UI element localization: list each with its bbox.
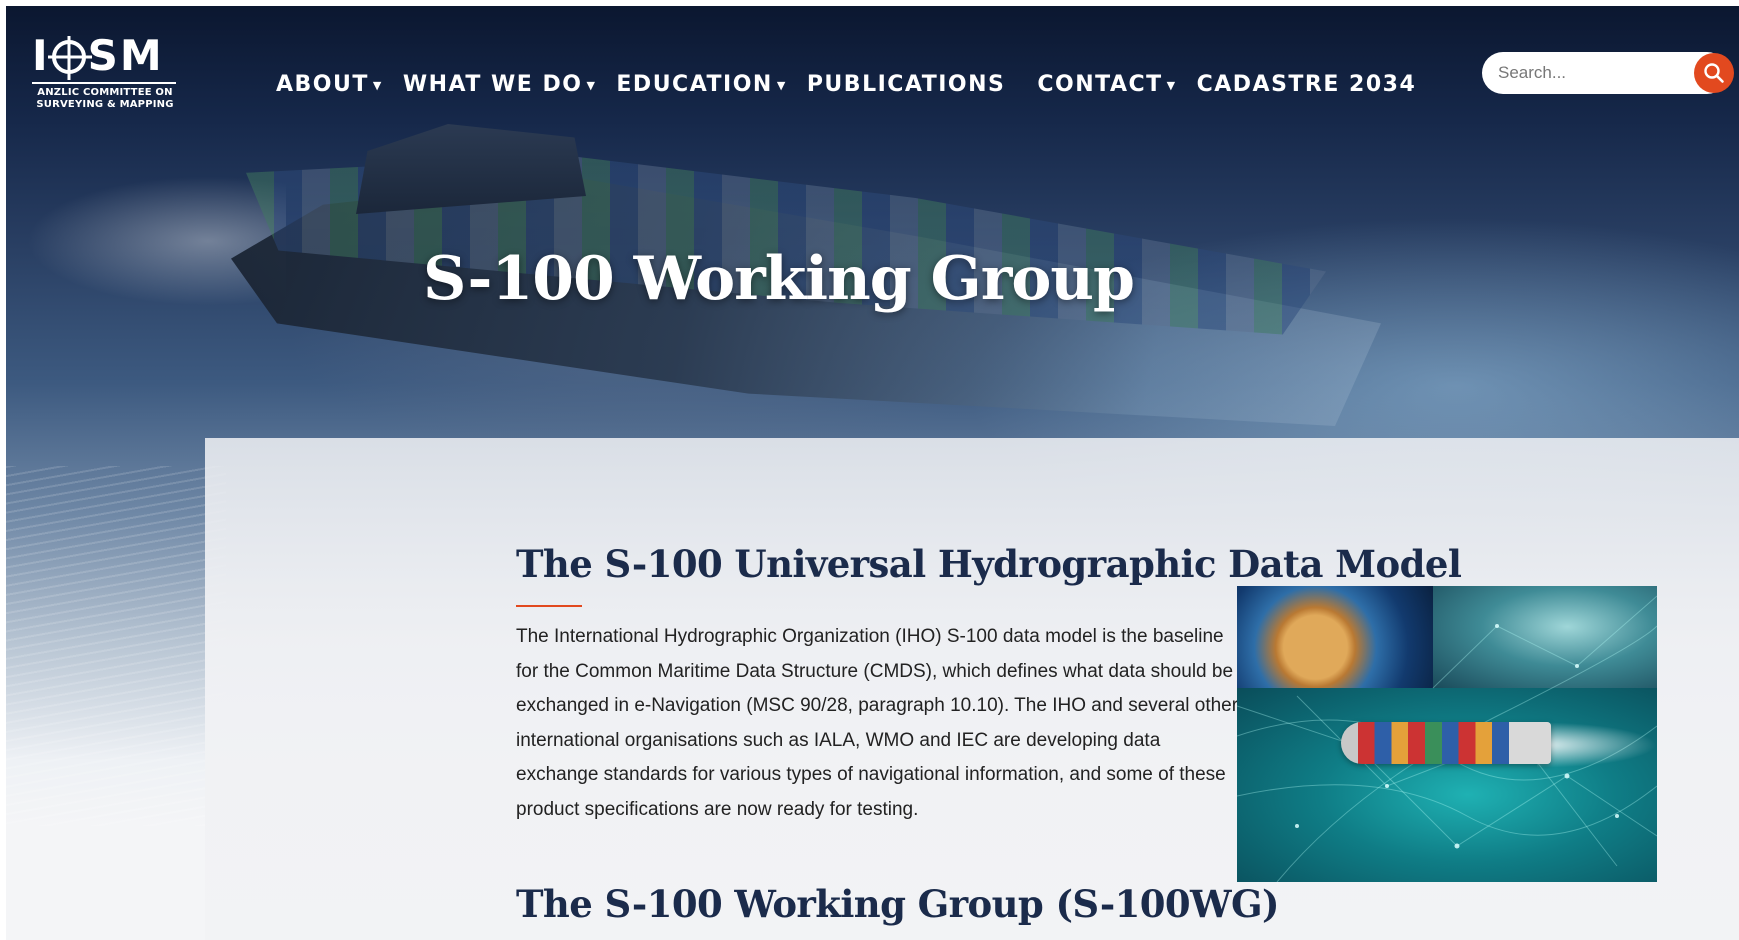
nav-label: PUBLICATIONS	[806, 71, 1006, 97]
search-box	[1482, 52, 1734, 94]
section-heading-working-group: The S-100 Working Group (S-100WG)	[516, 882, 1280, 926]
nav-item-cadastre-2034[interactable]: CADASTRE 2034	[1197, 72, 1417, 97]
nav-label: CADASTRE 2034	[1196, 71, 1417, 97]
section-body-data-model: The International Hydrographic Organizat…	[516, 626, 1239, 820]
nav-item-contact[interactable]: CONTACT ▼	[1037, 72, 1176, 97]
search-input[interactable]	[1482, 63, 1682, 83]
s100-illustration-image	[1237, 586, 1657, 882]
nav-label: WHAT WE DO	[402, 71, 583, 97]
crosshair-icon	[51, 40, 86, 74]
logo-subtitle: ANZLIC COMMITTEE ON SURVEYING & MAPPING	[32, 87, 178, 111]
main-nav: ABOUT ▼ WHAT WE DO ▼ EDUCATION ▼ PUBLICA…	[276, 64, 1436, 104]
data-pattern-overlay	[6, 466, 226, 826]
nav-item-education[interactable]: EDUCATION ▼	[616, 72, 786, 97]
caret-down-icon: ▼	[586, 78, 597, 92]
logo-wordmark: I SM	[32, 31, 164, 80]
nav-label: CONTACT	[1037, 71, 1163, 97]
page-title-text: S-100 Working Group	[423, 244, 1135, 314]
search-icon	[1704, 63, 1724, 83]
caret-down-icon: ▼	[776, 78, 787, 92]
nav-label: ABOUT	[276, 71, 369, 97]
search-button[interactable]	[1694, 53, 1734, 93]
caret-down-icon: ▼	[1166, 78, 1177, 92]
page: I SM ANZLIC COMMITTEE ON SURVEYING & MAPP…	[6, 6, 1739, 940]
caret-down-icon: ▼	[372, 78, 383, 92]
section-heading-data-model: The S-100 Universal Hydrographic Data Mo…	[516, 542, 1462, 586]
logo-divider	[32, 82, 176, 84]
icsm-logo[interactable]: I SM ANZLIC COMMITTEE ON SURVEYING & MAPP…	[32, 32, 178, 112]
logo-subtitle-line1: ANZLIC COMMITTEE ON	[37, 87, 173, 98]
heading-accent-rule	[516, 605, 582, 607]
page-title: S-100 Working Group	[6, 244, 1739, 314]
container-ship-graphic	[1341, 722, 1551, 764]
nav-item-publications[interactable]: PUBLICATIONS	[807, 72, 1006, 97]
ship-wake-graphic	[1537, 722, 1657, 768]
site-header: I SM ANZLIC COMMITTEE ON SURVEYING & MAPP…	[6, 6, 1739, 146]
logo-subtitle-line2: SURVEYING & MAPPING	[36, 99, 174, 110]
nav-item-about[interactable]: ABOUT ▼	[276, 72, 383, 97]
nav-label: EDUCATION	[616, 71, 773, 97]
nav-item-what-we-do[interactable]: WHAT WE DO ▼	[403, 72, 597, 97]
